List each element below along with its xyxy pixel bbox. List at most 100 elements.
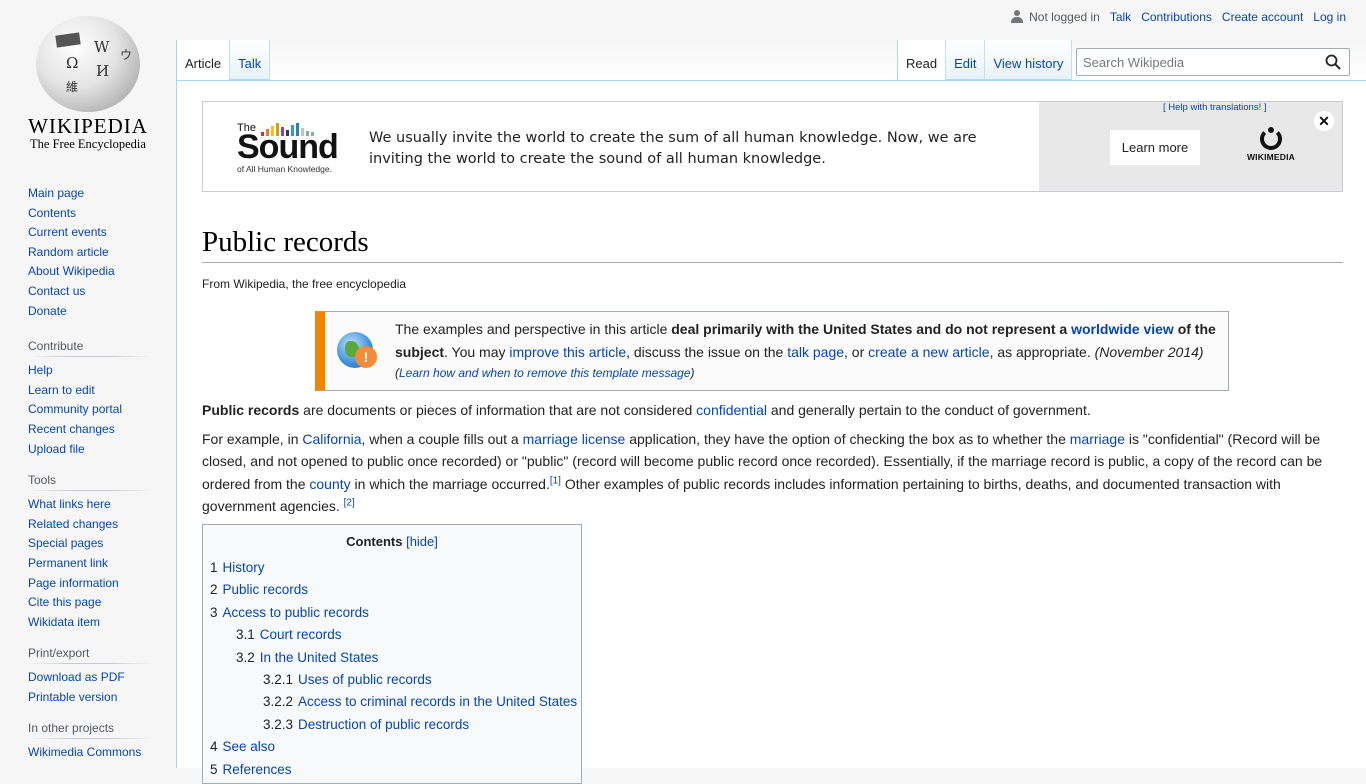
learn-remove-template-link[interactable]: Learn how and when to remove this templa… — [399, 366, 691, 380]
personal-tools: Not logged in Talk Contributions Create … — [1011, 10, 1346, 24]
sidebar-item-upload-file[interactable]: Upload file — [28, 442, 85, 456]
toc-item[interactable]: 5 References — [210, 759, 574, 781]
improve-article-link[interactable]: improve this article — [509, 344, 626, 360]
toc-link[interactable]: Access to criminal records in the United… — [298, 694, 577, 709]
tab-talk[interactable]: Talk — [230, 40, 271, 80]
toc-link[interactable]: In the United States — [260, 650, 379, 665]
toc-item[interactable]: 2 Public records — [210, 579, 574, 601]
confidential-link[interactable]: confidential — [696, 402, 767, 418]
marriage-license-link[interactable]: marriage license — [523, 431, 626, 447]
sidebar-item-learn-to-edit[interactable]: Learn to edit — [28, 383, 95, 397]
toc-item[interactable]: 3.1 Court records — [210, 624, 574, 646]
globe-glyph: Ω — [66, 54, 79, 72]
toc-link[interactable]: History — [223, 560, 265, 575]
site-subtitle: From Wikipedia, the free encyclopedia — [202, 277, 407, 291]
close-banner-button[interactable]: ✕ — [1314, 111, 1334, 131]
sidebar-item-help[interactable]: Help — [28, 363, 53, 377]
wikimedia-logo: WIKIMEDIA — [1243, 127, 1299, 162]
toc-item[interactable]: 4 See also — [210, 736, 574, 758]
sidebar-item-random-article[interactable]: Random article — [28, 245, 109, 259]
toc-link[interactable]: Public records — [223, 582, 309, 597]
banner-actions: [ Help with translations! ] Learn more W… — [1039, 102, 1342, 191]
talk-page-link[interactable]: talk page — [787, 344, 844, 360]
sidebar-navigation: Main page Contents Current events Random… — [0, 180, 176, 321]
tab-article[interactable]: Article — [176, 40, 231, 80]
search-icon[interactable] — [1325, 54, 1341, 70]
toc-list: 1 History 2 Public records 3 Access to public… — [210, 557, 577, 781]
namespace-tabs: Article Talk — [176, 40, 271, 80]
sidebar-contribute: Contribute Help Learn to edit Community … — [0, 339, 176, 459]
toc-link[interactable]: References — [223, 762, 292, 777]
create-account-link[interactable]: Create account — [1222, 10, 1303, 24]
sidebar-item-permanent-link[interactable]: Permanent link — [28, 556, 108, 570]
sidebar-item-about-wikipedia[interactable]: About Wikipedia — [28, 264, 115, 278]
reference-1-link[interactable]: [1] — [550, 475, 561, 486]
toc-hide-toggle[interactable]: [hide] — [406, 534, 438, 549]
sidebar-heading-other-projects: In other projects — [28, 721, 152, 740]
template-message-help: (Learn how and when to remove this templ… — [395, 364, 1220, 382]
sidebar-item-download-pdf[interactable]: Download as PDF — [28, 670, 125, 684]
worldwide-view-link[interactable]: worldwide view — [1071, 321, 1174, 337]
sidebar-item-cite-this-page[interactable]: Cite this page — [28, 595, 101, 609]
toc-link[interactable]: See also — [223, 739, 276, 754]
sidebar-item-contact-us[interactable]: Contact us — [28, 284, 85, 298]
toc-link[interactable]: Court records — [260, 627, 342, 642]
sound-logo-word: Sound — [237, 128, 339, 166]
wikipedia-logo[interactable]: Ω W И 維 ウ WIKIPEDIA The Free Encyclopedi… — [0, 0, 176, 160]
notice-text-part: , as appropriate. — [989, 344, 1095, 360]
learn-more-button[interactable]: Learn more — [1110, 130, 1200, 165]
toc-heading: Contents — [346, 534, 403, 549]
create-new-article-link[interactable]: create a new article — [868, 344, 989, 360]
text: application, they have the option of che… — [625, 431, 1070, 447]
toc-item[interactable]: 3.2 In the United States — [210, 647, 574, 669]
county-link[interactable]: county — [309, 476, 350, 492]
marriage-link[interactable]: marriage — [1070, 431, 1125, 447]
search-box — [1076, 48, 1350, 76]
sidebar-item-page-information[interactable]: Page information — [28, 576, 119, 590]
fundraising-banner: The Sound of All Human Knowledge. We usu… — [202, 101, 1343, 192]
notice-image: ! — [325, 312, 387, 390]
sidebar-item-wikimedia-commons[interactable]: Wikimedia Commons — [28, 745, 141, 759]
personal-talk-link[interactable]: Talk — [1110, 10, 1131, 24]
sidebar-item-what-links-here[interactable]: What links here — [28, 497, 111, 511]
sidebar-item-printable-version[interactable]: Printable version — [28, 690, 117, 704]
table-of-contents: Contents [hide] 1 History 2 Public records 3… — [202, 524, 582, 784]
reference-2-link[interactable]: [2] — [344, 498, 355, 509]
personal-contributions-link[interactable]: Contributions — [1141, 10, 1212, 24]
sidebar-item-recent-changes[interactable]: Recent changes — [28, 422, 115, 436]
lead-paragraph-1: Public records are documents or pieces o… — [202, 399, 1343, 421]
tab-edit[interactable]: Edit — [946, 40, 986, 80]
help-with-translations-link[interactable]: [ Help with translations! ] — [1163, 102, 1267, 113]
sidebar-item-special-pages[interactable]: Special pages — [28, 536, 103, 550]
globe-glyph: 維 — [66, 80, 79, 94]
toc-item[interactable]: 3.2.2 Access to criminal records in the U… — [210, 691, 577, 713]
toc-link[interactable]: Access to public records — [223, 605, 369, 620]
sidebar-item-current-events[interactable]: Current events — [28, 225, 107, 239]
toc-item[interactable]: 3 Access to public records — [210, 602, 574, 624]
sidebar-item-donate[interactable]: Donate — [28, 304, 67, 318]
toc-link[interactable]: Destruction of public records — [298, 717, 469, 732]
warning-icon: ! — [355, 346, 377, 368]
toc-number: 3.2.2 — [263, 694, 294, 710]
text: and generally pertain to the conduct of … — [766, 402, 1091, 418]
sidebar-item-main-page[interactable]: Main page — [28, 186, 84, 200]
sidebar-heading-print-export: Print/export — [28, 646, 152, 665]
log-in-link[interactable]: Log in — [1313, 10, 1346, 24]
toc-number: 4 — [210, 739, 218, 755]
toc-number: 3.2.3 — [263, 716, 294, 732]
search-input[interactable] — [1077, 54, 1317, 70]
tab-read[interactable]: Read — [897, 40, 947, 80]
sidebar-item-community-portal[interactable]: Community portal — [28, 402, 122, 416]
sidebar-item-wikidata-item[interactable]: Wikidata item — [28, 615, 100, 629]
california-link[interactable]: California — [302, 431, 361, 447]
sidebar-item-contents[interactable]: Contents — [28, 206, 76, 220]
sidebar-item-related-changes[interactable]: Related changes — [28, 517, 118, 531]
toc-item[interactable]: 3.2.1 Uses of public records — [210, 669, 574, 691]
toc-item[interactable]: 3.2.3 Destruction of public records — [210, 714, 574, 736]
text: , when a couple fills out a — [361, 431, 523, 447]
tab-view-history[interactable]: View history — [985, 40, 1073, 80]
page-title: Public records — [202, 226, 1343, 263]
main-content: The Sound of All Human Knowledge. We usu… — [176, 80, 1366, 784]
toc-link[interactable]: Uses of public records — [298, 672, 432, 687]
toc-item[interactable]: 1 History — [210, 557, 574, 579]
